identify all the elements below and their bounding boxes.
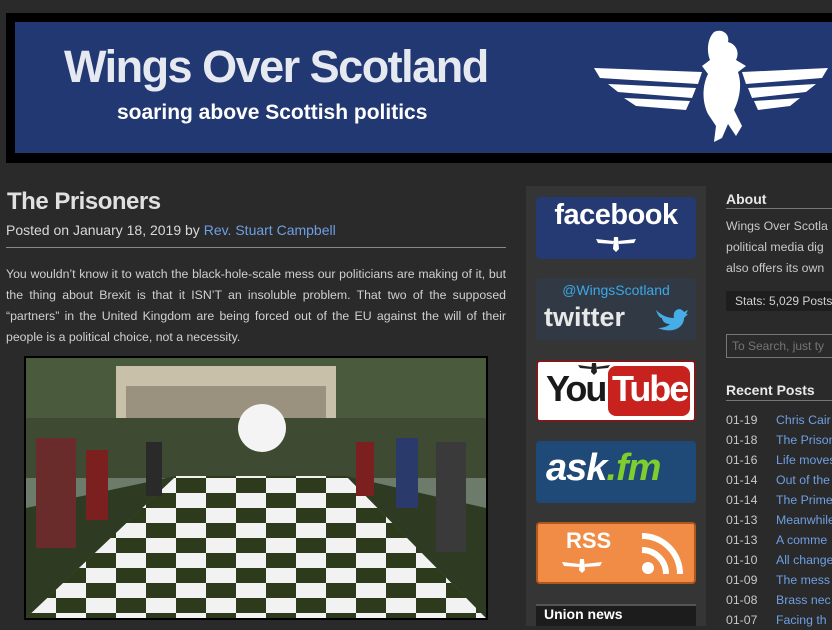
twitter-bird-icon: [656, 309, 688, 331]
author-link[interactable]: Rev. Stuart Campbell: [204, 222, 336, 238]
recent-post-date: 01-14: [726, 493, 758, 507]
recent-posts-divider: [726, 400, 832, 401]
recent-post-link[interactable]: The mess: [776, 573, 830, 587]
recent-post-link[interactable]: Out of the: [776, 473, 830, 487]
about-line: also offers its own: [726, 261, 825, 275]
recent-post-date: 01-16: [726, 453, 758, 467]
recent-post-date: 01-14: [726, 473, 758, 487]
recent-post-item[interactable]: 01-14 Out of the: [726, 470, 832, 490]
recent-post-item[interactable]: 01-07 Facing th: [726, 610, 832, 630]
recent-post-date: 01-09: [726, 573, 758, 587]
about-text: Wings Over Scotla political media dig al…: [726, 216, 832, 279]
recent-post-link[interactable]: Brass nec: [776, 593, 831, 607]
recent-post-item[interactable]: 01-14 The Prime: [726, 490, 832, 510]
recent-post-item[interactable]: 01-09 The mess: [726, 570, 832, 590]
recent-post-link[interactable]: Life moves: [776, 453, 832, 467]
post-title[interactable]: The Prisoners: [7, 188, 161, 216]
recent-post-date: 01-18: [726, 433, 758, 447]
recent-post-link[interactable]: The Prime: [776, 493, 832, 507]
recent-post-link[interactable]: The Prison: [776, 433, 832, 447]
about-line: Wings Over Scotla: [726, 219, 828, 233]
recent-post-item[interactable]: 01-10 All change: [726, 550, 832, 570]
facebook-label: facebook: [554, 199, 678, 231]
about-line: political media dig: [726, 240, 824, 254]
rss-button[interactable]: RSS: [536, 522, 696, 584]
recent-post-link[interactable]: Chris Cair: [776, 413, 831, 427]
recent-posts-list: 01-19 Chris Cair 01-18 The Prison 01-16 Life …: [726, 410, 832, 630]
wing-emblem-icon: [596, 237, 636, 252]
recent-posts-heading: Recent Posts: [726, 382, 815, 398]
recent-post-link[interactable]: A comme: [776, 533, 827, 547]
wing-emblem-icon: [578, 363, 610, 375]
recent-post-item[interactable]: 01-08 Brass nec: [726, 590, 832, 610]
chess-garden-photo: [26, 358, 486, 618]
askfm-label: ask.fm: [546, 447, 661, 490]
recent-post-item[interactable]: 01-19 Chris Cair: [726, 410, 832, 430]
recent-post-item[interactable]: 01-13 A comme: [726, 530, 832, 550]
recent-post-date: 01-13: [726, 533, 758, 547]
site-title[interactable]: Wings Over Scotland: [64, 41, 489, 93]
twitter-button[interactable]: @WingsScotland twitter: [536, 278, 696, 340]
about-heading: About: [726, 191, 767, 207]
recent-post-date: 01-13: [726, 513, 758, 527]
wing-emblem-icon: [562, 559, 602, 573]
site-tagline: soaring above Scottish politics: [117, 101, 428, 124]
recent-post-date: 01-07: [726, 613, 758, 627]
recent-post-date: 01-08: [726, 593, 758, 607]
ask-text: ask: [546, 447, 607, 489]
post-image: [24, 356, 488, 620]
recent-post-date: 01-19: [726, 413, 758, 427]
youtube-button[interactable]: You Tube: [536, 360, 696, 422]
post-meta: Posted on January 18, 2019 by Rev. Stuar…: [6, 222, 336, 238]
twitter-handle: @WingsScotland: [562, 282, 670, 298]
fm-text: .fm: [606, 447, 661, 489]
recent-post-date: 01-10: [726, 553, 758, 567]
recent-post-link[interactable]: All change: [776, 553, 832, 567]
recent-post-item[interactable]: 01-13 Meanwhile: [726, 510, 832, 530]
recent-post-item[interactable]: 01-16 Life moves: [726, 450, 832, 470]
search-input[interactable]: [726, 334, 832, 358]
facebook-button[interactable]: facebook: [536, 197, 696, 259]
post-date-text: Posted on January 18, 2019 by: [6, 222, 204, 238]
stats-bar: Stats: 5,029 Posts: [726, 291, 832, 311]
rss-label: RSS: [566, 528, 612, 553]
title-divider: [6, 247, 506, 248]
twitter-label: twitter: [544, 302, 625, 332]
recent-post-link[interactable]: Meanwhile: [776, 513, 832, 527]
askfm-button[interactable]: ask.fm: [536, 441, 696, 503]
post-body: You wouldn’t know it to watch the black-…: [6, 267, 506, 344]
recent-post-link[interactable]: Facing th: [776, 613, 827, 627]
recent-post-item[interactable]: 01-18 The Prison: [726, 430, 832, 450]
winged-lion-logo-icon: [594, 30, 828, 143]
youtube-tube-label: Tube: [612, 368, 689, 409]
about-divider: [726, 208, 832, 209]
rss-feed-icon: [641, 533, 683, 575]
